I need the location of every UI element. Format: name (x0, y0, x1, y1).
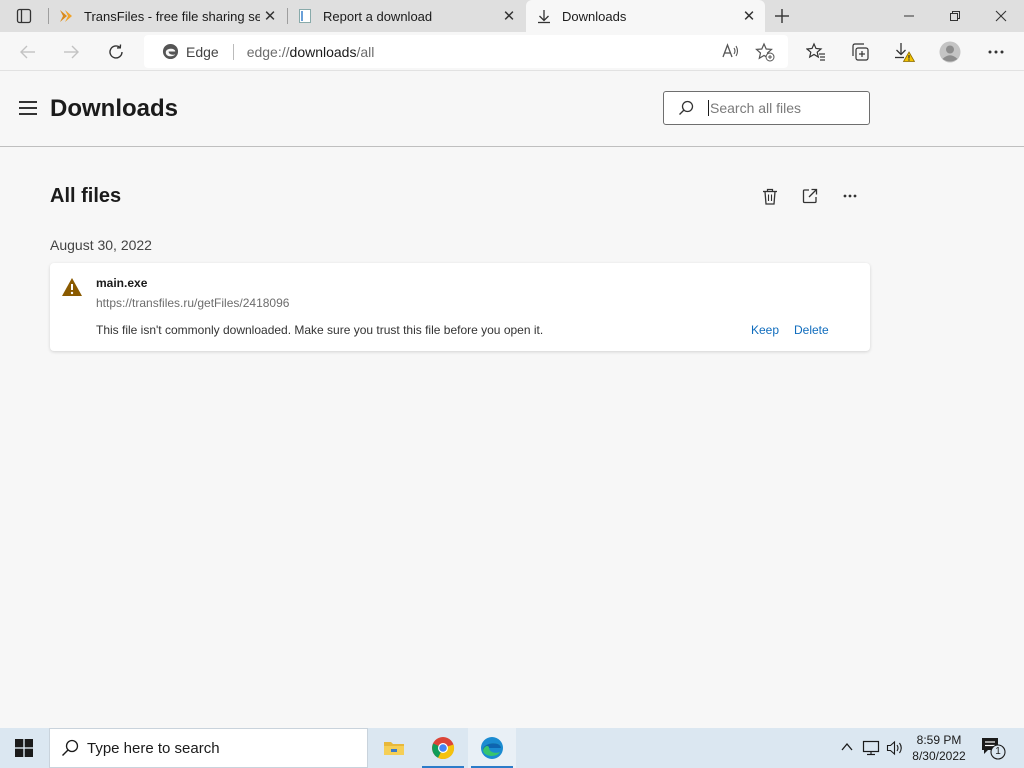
chevron-up-icon[interactable] (840, 740, 854, 754)
taskbar-chrome[interactable] (419, 728, 467, 768)
edge-logo-icon (481, 737, 503, 759)
close-window-button[interactable] (978, 0, 1024, 32)
tab-separator (287, 8, 288, 24)
close-tab-icon[interactable]: ✕ (260, 6, 280, 26)
restore-button[interactable] (932, 0, 978, 32)
settings-menu-button[interactable] (982, 38, 1010, 66)
minimize-icon (904, 15, 914, 17)
search-icon (62, 739, 79, 756)
browser-toolbar: Edge edge://downloads/all (0, 32, 1024, 71)
volume-icon[interactable] (886, 740, 904, 756)
url-text: edge://downloads/all (247, 44, 375, 60)
restore-icon (950, 11, 960, 21)
notification-count-badge: 1 (995, 746, 1001, 757)
taskbar-search-box[interactable]: Type here to search (49, 728, 368, 768)
tab-title: TransFiles - free file sharing servi (84, 8, 260, 24)
page-title: Downloads (50, 95, 179, 122)
more-actions-button[interactable] (837, 184, 863, 208)
tab-actions-icon (16, 8, 32, 24)
download-date-heading: August 30, 2022 (50, 237, 152, 253)
taskbar-edge[interactable] (468, 728, 516, 768)
close-icon (995, 10, 1007, 22)
tab-downloads[interactable]: Downloads ✕ (526, 0, 765, 32)
trash-icon (763, 188, 777, 205)
notification-center-icon[interactable] (980, 736, 1006, 760)
url-scheme: edge:// (246, 43, 290, 60)
close-tab-icon[interactable]: ✕ (739, 6, 759, 26)
tab-title: Report a download (323, 8, 433, 24)
read-aloud-icon[interactable] (721, 42, 739, 60)
add-favorite-icon[interactable] (755, 42, 775, 62)
taskbar-search-placeholder: Type here to search (87, 739, 220, 757)
site-identity-label: Edge (186, 43, 219, 60)
tab-strip: TransFiles - free file sharing servi ✕ R… (0, 0, 1024, 32)
forward-arrow-icon (64, 45, 79, 59)
delete-button[interactable]: Delete (794, 323, 829, 337)
refresh-button[interactable] (102, 38, 130, 66)
folder-icon (384, 742, 404, 755)
page-favicon-icon (299, 9, 311, 23)
url-host: downloads (289, 43, 357, 60)
windows-logo-icon (15, 739, 33, 757)
profile-button[interactable] (936, 38, 964, 66)
address-separator (232, 43, 234, 60)
tab-separator (48, 8, 49, 24)
clear-all-downloads-button[interactable] (757, 184, 783, 208)
tab-title: Downloads (562, 8, 627, 24)
warning-icon (62, 278, 82, 296)
new-tab-button[interactable] (771, 5, 793, 27)
section-title: All files (50, 185, 122, 207)
search-files-input[interactable] (708, 100, 848, 116)
tab-report-download[interactable]: Report a download ✕ (289, 0, 525, 32)
more-options-icon (988, 50, 1004, 54)
search-files-box[interactable] (663, 91, 870, 125)
download-filename[interactable]: main.exe (96, 276, 147, 290)
keep-button[interactable]: Keep (751, 323, 779, 337)
address-bar[interactable]: Edge edge://downloads/all (144, 35, 788, 68)
search-icon (679, 100, 694, 115)
close-tab-icon[interactable]: ✕ (499, 6, 519, 26)
open-external-icon (802, 188, 818, 204)
collections-button[interactable] (846, 38, 874, 66)
taskbar: Type here to search 8:59 PM 8/30/2022 1 (0, 728, 1024, 768)
favorites-button[interactable] (802, 38, 830, 66)
menu-icon[interactable] (19, 101, 37, 115)
back-arrow-icon (20, 45, 35, 59)
open-downloads-folder-button[interactable] (797, 184, 823, 208)
tab-actions-menu-button[interactable] (8, 4, 40, 28)
minimize-button[interactable] (886, 0, 932, 32)
network-icon[interactable] (862, 740, 880, 756)
back-button[interactable] (14, 38, 42, 66)
start-button[interactable] (0, 728, 48, 768)
edge-logo-icon (162, 43, 179, 60)
avatar-icon (939, 41, 961, 63)
transfiles-favicon-icon (60, 10, 72, 22)
more-options-icon (843, 194, 857, 198)
download-warning-message: This file isn't commonly downloaded. Mak… (96, 323, 544, 337)
page-header: Downloads (0, 71, 1024, 147)
download-warning-icon (895, 43, 915, 62)
clock-time: 8:59 PM (916, 733, 962, 747)
download-arrow-icon (538, 10, 550, 24)
chrome-icon (432, 737, 455, 760)
clock-date: 8/30/2022 (912, 749, 966, 763)
plus-icon (775, 9, 789, 23)
collections-icon (852, 43, 869, 61)
refresh-icon (109, 44, 123, 59)
url-path: /all (356, 43, 375, 60)
system-clock[interactable]: 8:59 PM 8/30/2022 (906, 732, 972, 764)
download-item: main.exe https://transfiles.ru/getFiles/… (50, 263, 870, 351)
taskbar-file-explorer[interactable] (370, 728, 418, 768)
favorites-icon (806, 42, 825, 61)
tab-transfiles[interactable]: TransFiles - free file sharing servi ✕ (50, 0, 286, 32)
download-source-url[interactable]: https://transfiles.ru/getFiles/2418096 (96, 296, 289, 310)
downloads-button[interactable] (890, 38, 918, 66)
forward-button[interactable] (57, 38, 85, 66)
